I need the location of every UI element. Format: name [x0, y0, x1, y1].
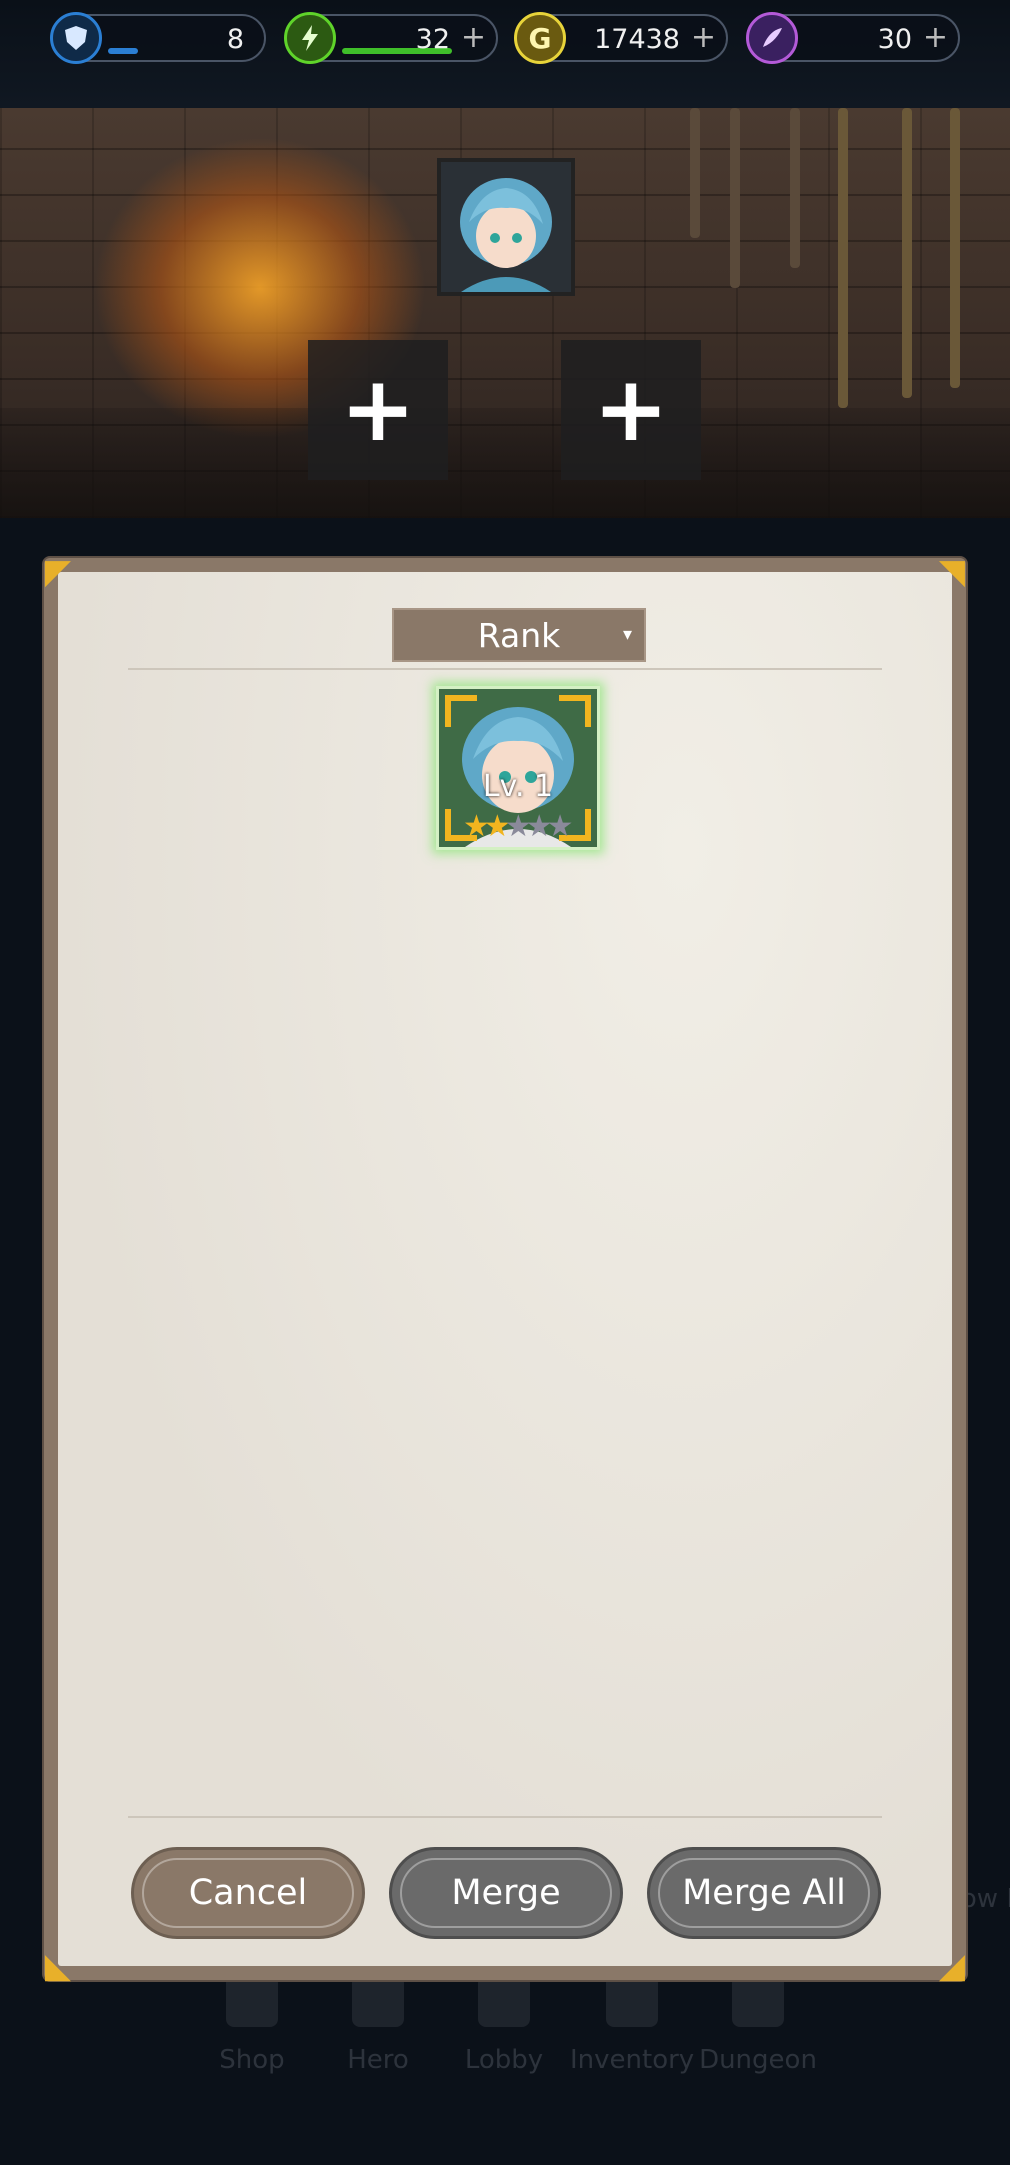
cancel-label: Cancel [188, 1873, 308, 1913]
nav-item-shop[interactable]: Shop [192, 1975, 312, 2075]
plus-icon: + [593, 357, 669, 462]
hero-level: Lv. 1 [482, 769, 554, 804]
shop-icon [226, 1975, 278, 2027]
nav-item-inventory[interactable]: Inventory [570, 1975, 694, 2075]
sort-dropdown[interactable]: Rank ▾ [392, 608, 646, 662]
scene-floor [0, 408, 1010, 518]
gold-value: 17438 [594, 24, 680, 55]
bottom-nav: Shop Hero Lobby Inventory Dungeon [0, 1975, 1010, 2095]
feather-add-button[interactable]: + [923, 22, 948, 54]
hammer-handle [902, 108, 912, 398]
merge-button[interactable]: Merge [392, 1850, 620, 1936]
star-filled-icon: ★ [483, 809, 511, 844]
nav-item-dungeon[interactable]: Dungeon [696, 1975, 820, 2075]
gate-icon [732, 1975, 784, 2027]
hanging-tool [730, 108, 740, 288]
gold-pill: G 17438 + [514, 12, 728, 64]
hammer-handle [950, 108, 960, 388]
nav-item-hero[interactable]: Hero [318, 1975, 438, 2075]
lightning-icon [284, 12, 336, 64]
nav-label: Hero [347, 2045, 409, 2075]
gold-add-button[interactable]: + [691, 22, 716, 54]
nav-label: Lobby [464, 2045, 544, 2075]
star-empty-icon: ★ [546, 809, 574, 844]
nav-label: Shop [219, 2045, 285, 2075]
feather-icon [746, 12, 798, 64]
helmet-icon [352, 1975, 404, 2027]
merge-label: Merge [451, 1873, 561, 1913]
energy-pill: 32 + [284, 12, 498, 64]
energy-value: 32 [415, 24, 450, 55]
panel-corner-ornament: ◣ [44, 1946, 72, 1986]
bottom-divider [128, 1816, 882, 1818]
stamina-progress-bar [108, 48, 138, 54]
gold-coin-icon: G [514, 12, 566, 64]
feather-pill: 30 + [746, 12, 960, 64]
sort-label: Rank [477, 616, 561, 655]
panel-corner-ornament: ◤ [44, 552, 72, 592]
top-divider [128, 668, 882, 670]
chevron-down-icon: ▾ [622, 624, 632, 645]
hanging-tool [690, 108, 700, 238]
star-filled-icon: ★ [463, 809, 490, 844]
shield-icon [50, 12, 102, 64]
resource-bar: 8 32 + G 17438 + 30 + [0, 0, 1010, 108]
hero-avatar [441, 162, 571, 292]
nav-item-lobby[interactable]: Lobby [444, 1975, 564, 2075]
hanging-tool [790, 108, 800, 268]
chest-icon [606, 1975, 658, 2027]
frame-corner [559, 695, 591, 727]
energy-add-button[interactable]: + [461, 22, 486, 54]
panel-corner-ornament: ◥ [938, 552, 966, 592]
merge-material-slot-1[interactable]: + [308, 340, 448, 480]
stamina-value: 8 [226, 24, 244, 55]
merge-all-label: Merge All [682, 1873, 846, 1913]
hammer-handle [838, 108, 848, 408]
frame-corner [445, 695, 477, 727]
sword-emblem-icon [478, 1975, 530, 2027]
stamina-pill: 8 [50, 12, 266, 64]
cancel-button[interactable]: Cancel [134, 1850, 362, 1936]
panel-body: Rank ▾ Lv. 1 ★★★★★ Cancel Merge Merge Al… [58, 572, 952, 1966]
plus-icon: + [340, 357, 416, 462]
merge-all-button[interactable]: Merge All [650, 1850, 878, 1936]
hero-star-rating: ★★★★★ [463, 809, 574, 844]
star-empty-icon: ★ [525, 809, 553, 844]
feather-value: 30 [877, 24, 912, 55]
star-empty-icon: ★ [504, 809, 532, 844]
side-partial-text: ow I [960, 1884, 1010, 1914]
merge-panel: Rank ▾ Lv. 1 ★★★★★ Cancel Merge Merge Al… [44, 552, 966, 1986]
merge-target-hero-portrait[interactable] [437, 158, 575, 296]
panel-corner-ornament: ◢ [938, 1946, 966, 1986]
nav-label: Inventory [570, 2045, 695, 2075]
hero-card[interactable]: Lv. 1 ★★★★★ [436, 686, 600, 850]
forge-scene: + + [0, 108, 1010, 518]
merge-material-slot-2[interactable]: + [561, 340, 701, 480]
nav-label: Dungeon [699, 2045, 817, 2075]
